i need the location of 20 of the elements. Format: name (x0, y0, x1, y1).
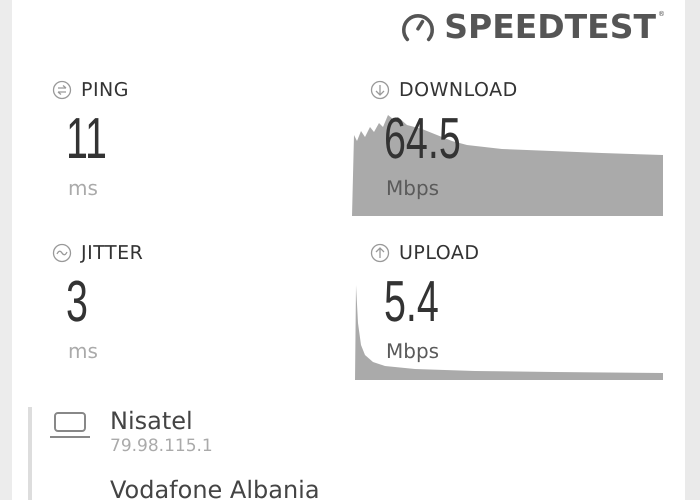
metric-label: JITTER (81, 242, 144, 264)
metric-unit: Mbps (386, 176, 440, 200)
speedtest-logo: SPEEDTEST$^{®}$ (400, 10, 665, 43)
metric-value: 3 (66, 273, 88, 331)
download-icon (370, 80, 390, 100)
metric-value: 11 (66, 110, 107, 168)
laptop-icon (50, 411, 90, 439)
metric-unit: ms (68, 339, 98, 363)
metric-unit: ms (68, 176, 98, 200)
metric-unit: Mbps (386, 339, 440, 363)
ip-address: 79.98.115.1 (110, 436, 214, 456)
metric-label: DOWNLOAD (399, 79, 518, 101)
ping-icon (52, 80, 72, 100)
metric-value: 5.4 (384, 273, 439, 331)
server-name: Vodafone Albania (110, 476, 320, 500)
jitter-icon (52, 243, 72, 263)
upload-icon (370, 243, 390, 263)
isp-name: Nisatel (110, 407, 194, 436)
metric-label: UPLOAD (399, 242, 480, 264)
metric-label: PING (81, 79, 129, 101)
